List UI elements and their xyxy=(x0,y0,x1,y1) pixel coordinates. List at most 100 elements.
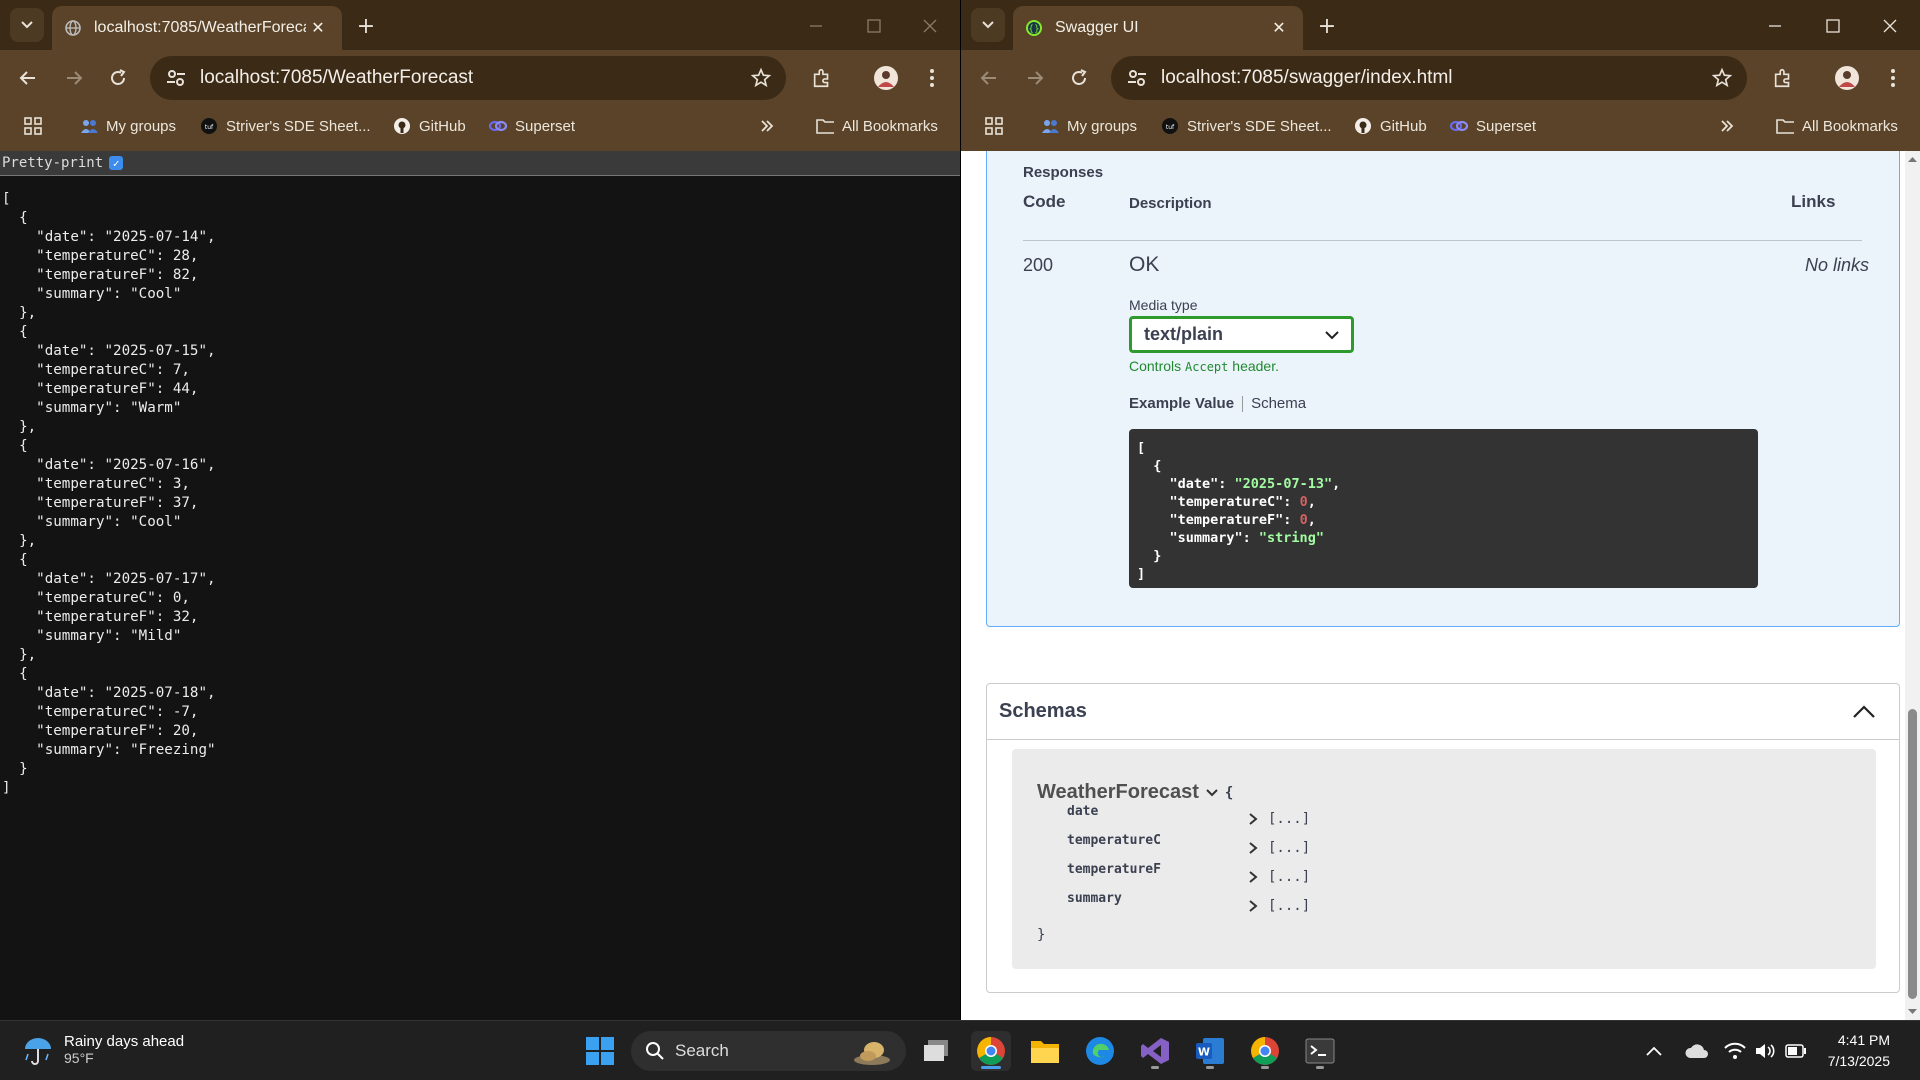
maximize-button[interactable] xyxy=(1819,12,1847,40)
onedrive-tray[interactable] xyxy=(1685,1039,1709,1063)
url-text: localhost:7085/swagger/index.html xyxy=(1161,67,1453,88)
close-tab-icon[interactable]: ✕ xyxy=(306,16,330,40)
back-button[interactable] xyxy=(975,64,1003,92)
address-bar[interactable]: localhost:7085/WeatherForecast xyxy=(150,56,786,100)
bookmark-star-icon[interactable] xyxy=(1711,67,1733,89)
browser-chrome: {} Swagger UI ✕ + localhost:7085/swagger… xyxy=(961,0,1920,151)
close-window-button[interactable] xyxy=(1876,12,1904,40)
minimize-button[interactable] xyxy=(1761,12,1789,40)
property-expand-toggle[interactable]: [...] xyxy=(1248,811,1310,827)
bookmark-star-icon[interactable] xyxy=(750,67,772,89)
forward-button[interactable] xyxy=(60,64,88,92)
vertical-scrollbar[interactable] xyxy=(1905,151,1920,1020)
tab-search-button[interactable] xyxy=(10,8,44,42)
battery-icon xyxy=(1785,1044,1806,1058)
taskbar-chrome-2[interactable] xyxy=(1245,1031,1285,1071)
property-expand-toggle[interactable]: [...] xyxy=(1248,898,1310,914)
start-button[interactable] xyxy=(580,1031,620,1071)
search-label: Search xyxy=(675,1041,729,1060)
battery-tray[interactable] xyxy=(1785,1039,1807,1063)
pretty-print-label: Pretty-print xyxy=(2,155,104,171)
media-type-select[interactable]: text/plain xyxy=(1129,316,1354,353)
maximize-button[interactable] xyxy=(860,12,888,40)
all-bookmarks-button[interactable]: All Bookmarks xyxy=(1776,117,1898,135)
bookmark-label: Striver's SDE Sheet... xyxy=(1187,117,1332,135)
tab-example-value[interactable]: Example Value xyxy=(1129,395,1234,412)
bookmark-my-groups[interactable]: My groups xyxy=(1041,117,1137,135)
more-bookmarks-button[interactable] xyxy=(1718,117,1736,135)
bookmark-my-groups[interactable]: My groups xyxy=(80,117,176,135)
search-icon xyxy=(646,1042,664,1060)
reload-button[interactable] xyxy=(104,64,132,92)
media-type-label: Media type xyxy=(1129,297,1198,313)
profile-avatar[interactable] xyxy=(1833,64,1861,92)
new-tab-button[interactable]: + xyxy=(1313,12,1341,40)
more-bookmarks-button[interactable] xyxy=(758,117,776,135)
collapsed-value: [...] xyxy=(1268,811,1311,827)
github-icon xyxy=(393,117,411,135)
close-tab-icon[interactable]: ✕ xyxy=(1267,16,1291,40)
property-expand-toggle[interactable]: [...] xyxy=(1248,840,1310,856)
address-bar[interactable]: localhost:7085/swagger/index.html xyxy=(1111,56,1747,100)
taskbar-chrome-active[interactable] xyxy=(971,1031,1011,1071)
tab-swagger-ui[interactable]: {} Swagger UI ✕ xyxy=(1013,6,1303,50)
show-hidden-icons[interactable] xyxy=(1646,1039,1662,1063)
wifi-tray[interactable] xyxy=(1724,1039,1746,1063)
bookmark-strivers-sde-sheet[interactable]: tuf Striver's SDE Sheet... xyxy=(200,117,371,135)
apps-button[interactable] xyxy=(985,117,1003,135)
bookmark-github[interactable]: GitHub xyxy=(393,117,466,135)
scrollbar-thumb[interactable] xyxy=(1908,709,1917,999)
model-name: WeatherForecast xyxy=(1037,781,1199,803)
taskbar-clock[interactable]: 4:41 PM 7/13/2025 xyxy=(1828,1030,1890,1072)
terminal-icon xyxy=(1305,1038,1335,1064)
kebab-menu-icon xyxy=(1891,69,1895,87)
chrome-icon xyxy=(977,1037,1005,1065)
bookmark-superset[interactable]: Superset xyxy=(1450,117,1536,135)
all-bookmarks-button[interactable]: All Bookmarks xyxy=(816,117,938,135)
minimize-button[interactable] xyxy=(802,12,830,40)
maximize-icon xyxy=(867,19,881,33)
extensions-button[interactable] xyxy=(808,64,836,92)
scroll-up-arrow-icon[interactable] xyxy=(1905,153,1920,165)
double-chevron-right-icon xyxy=(1718,117,1736,135)
weather-widget[interactable]: Rainy days ahead 95°F xyxy=(22,1033,184,1066)
col-code-header: Code xyxy=(1023,192,1066,211)
taskbar-terminal[interactable] xyxy=(1300,1031,1340,1071)
response-code: 200 xyxy=(1023,255,1054,275)
back-button[interactable] xyxy=(14,64,42,92)
tab-strip: {} Swagger UI ✕ + xyxy=(961,0,1920,50)
umbrella-rain-icon xyxy=(25,1037,51,1065)
scroll-down-arrow-icon[interactable] xyxy=(1905,1006,1920,1018)
tab-search-button[interactable] xyxy=(971,8,1005,42)
taskbar-visual-studio[interactable] xyxy=(1135,1031,1175,1071)
bookmark-github[interactable]: GitHub xyxy=(1354,117,1427,135)
collapsed-value: [...] xyxy=(1268,898,1311,914)
menu-button[interactable] xyxy=(918,64,946,92)
new-tab-button[interactable]: + xyxy=(352,12,380,40)
reload-button[interactable] xyxy=(1065,64,1093,92)
taskbar-file-explorer[interactable] xyxy=(1025,1031,1065,1071)
controls-code: Accept xyxy=(1185,360,1229,374)
tab-weatherforecast[interactable]: localhost:7085/WeatherForecast ✕ xyxy=(52,6,342,50)
tab-schema[interactable]: Schema xyxy=(1251,395,1306,412)
forward-button[interactable] xyxy=(1021,64,1049,92)
profile-avatar[interactable] xyxy=(872,64,900,92)
taskbar-word[interactable]: W xyxy=(1190,1031,1230,1071)
apps-button[interactable] xyxy=(24,117,42,135)
volume-tray[interactable] xyxy=(1754,1039,1776,1063)
bookmark-superset[interactable]: Superset xyxy=(489,117,575,135)
menu-button[interactable] xyxy=(1879,64,1907,92)
task-view-button[interactable] xyxy=(916,1031,956,1071)
extensions-button[interactable] xyxy=(1769,64,1797,92)
taskbar-edge[interactable] xyxy=(1080,1031,1120,1071)
taskbar-search[interactable]: Search xyxy=(631,1031,906,1071)
bookmark-strivers-sde-sheet[interactable]: tuf Striver's SDE Sheet... xyxy=(1161,117,1332,135)
tab-strip: localhost:7085/WeatherForecast ✕ + xyxy=(0,0,960,50)
property-expand-toggle[interactable]: [...] xyxy=(1248,869,1310,885)
model-title[interactable]: WeatherForecast { xyxy=(1037,781,1233,804)
close-window-button[interactable] xyxy=(916,12,944,40)
chevron-up-icon xyxy=(1853,704,1875,718)
media-type-value: text/plain xyxy=(1144,324,1224,344)
schemas-header[interactable]: Schemas xyxy=(987,684,1899,740)
pretty-print-checkbox[interactable]: ✓ xyxy=(109,156,124,170)
